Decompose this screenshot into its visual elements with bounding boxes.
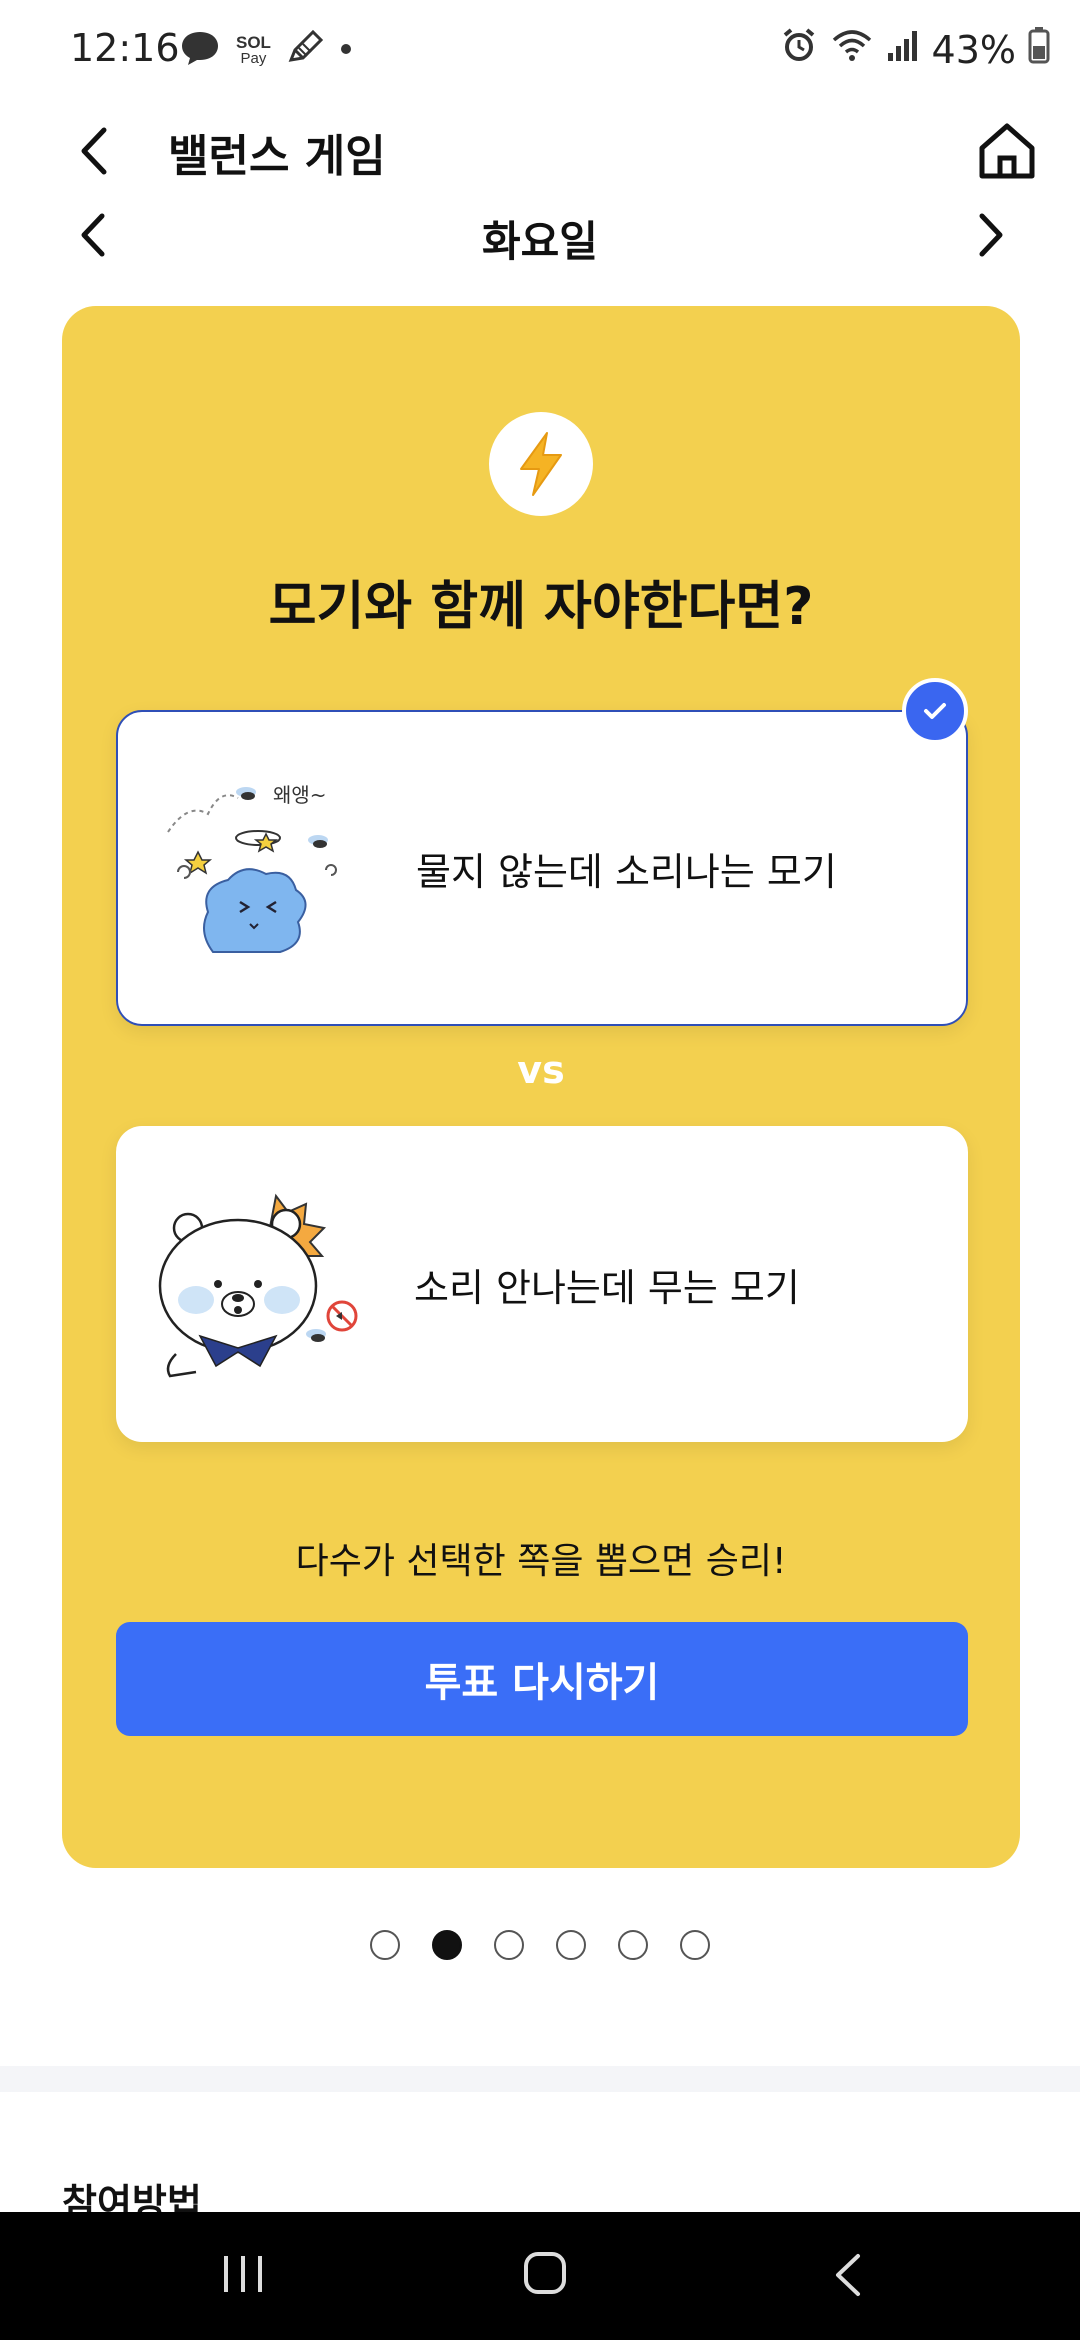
- status-left-icons: SOL Pay: [178, 28, 353, 72]
- check-icon: [924, 703, 946, 719]
- next-day-button[interactable]: [970, 210, 1010, 260]
- page-dot[interactable]: [370, 1930, 400, 1960]
- pencil-icon: [285, 28, 325, 72]
- option-b-text: 소리 안나는데 무는 모기: [414, 1265, 800, 1310]
- battery-percent: 43%: [931, 27, 1016, 72]
- system-back-button[interactable]: [830, 2250, 866, 2300]
- system-home-button[interactable]: [522, 2248, 568, 2298]
- back-button[interactable]: [70, 124, 120, 178]
- vs-label: vs: [517, 1048, 565, 1092]
- selected-check-badge: [902, 678, 968, 744]
- win-hint-text: 다수가 선택한 쪽을 뽑으면 승리!: [295, 1541, 787, 1582]
- sol-pay-icon: SOL Pay: [236, 33, 271, 67]
- chevron-left-icon: [81, 127, 107, 175]
- page-dot[interactable]: [494, 1930, 524, 1960]
- day-navigator: 화요일: [0, 200, 1080, 270]
- recents-icon: [224, 2256, 262, 2292]
- recents-button[interactable]: [220, 2252, 266, 2296]
- option-a-text: 물지 않는데 소리나는 모기: [416, 849, 837, 894]
- pagination-dots: [0, 1930, 1080, 1960]
- page-dot[interactable]: [618, 1930, 648, 1960]
- revote-button[interactable]: 투표 다시하기: [116, 1622, 968, 1736]
- status-bar: 12:16 SOL Pay 43%: [0, 0, 1080, 100]
- lightning-badge: [489, 412, 593, 516]
- home-pill-icon: [524, 2252, 566, 2294]
- system-navigation-bar: [0, 2212, 1080, 2340]
- mosquito-icon: [306, 1329, 326, 1342]
- status-right-icons: 43%: [780, 26, 1050, 73]
- dizzy-character-illustration: 왜앵~: [158, 762, 368, 972]
- section-divider: [0, 2066, 1080, 2092]
- status-time: 12:16: [70, 26, 180, 70]
- app-header: 밸런스 게임: [0, 100, 1080, 200]
- svg-text:왜앵~: 왜앵~: [273, 783, 327, 807]
- option-b-card[interactable]: 소리 안나는데 무는 모기: [116, 1126, 968, 1442]
- battery-icon: [1028, 26, 1050, 73]
- home-icon: [979, 123, 1035, 179]
- back-arrow-icon: [836, 2254, 860, 2296]
- page-dot-active[interactable]: [432, 1930, 462, 1960]
- question-text: 모기와 함께 자야한다면?: [268, 577, 814, 637]
- notification-dot-icon: [339, 41, 353, 60]
- day-label: 화요일: [482, 217, 598, 266]
- angry-bear-illustration: [156, 1176, 366, 1386]
- option-a-card[interactable]: 왜앵~ 물지 않는데 소리나는 모기: [116, 678, 968, 1026]
- lightning-icon: [520, 432, 562, 496]
- page-title: 밸런스 게임: [168, 131, 386, 182]
- page-dot[interactable]: [680, 1930, 710, 1960]
- mosquito-icon: [236, 787, 256, 800]
- chevron-right-icon: [979, 213, 1003, 257]
- page-dot[interactable]: [556, 1930, 586, 1960]
- signal-icon: [886, 28, 920, 72]
- alarm-icon: [780, 26, 818, 73]
- chat-bubble-icon: [178, 28, 222, 72]
- balance-game-card: 모기와 함께 자야한다면? 왜앵~ 물지 않는데 소리나는 모기 vs 소리 안…: [62, 306, 1020, 1868]
- home-button[interactable]: [974, 118, 1040, 184]
- wifi-icon: [830, 26, 874, 73]
